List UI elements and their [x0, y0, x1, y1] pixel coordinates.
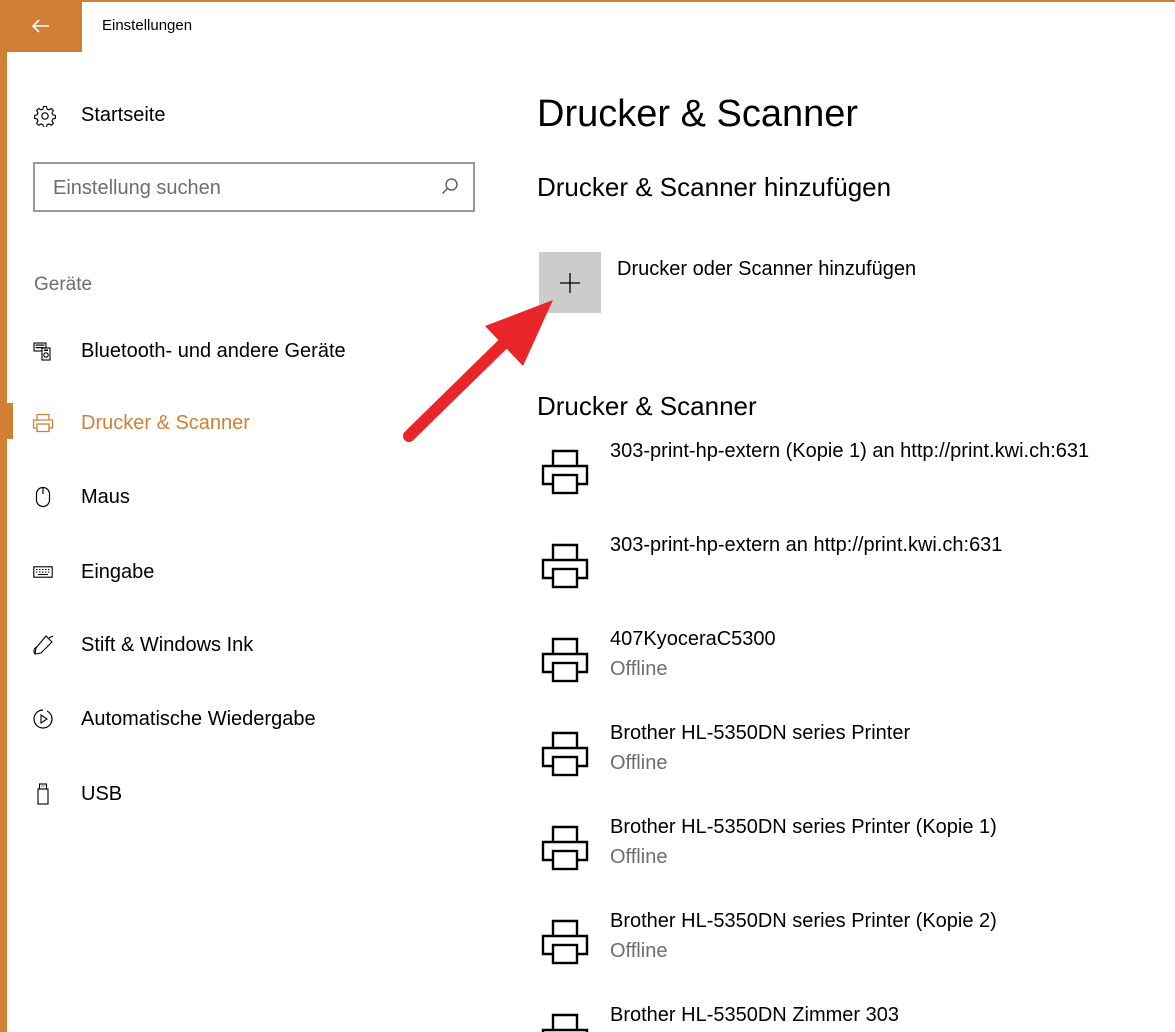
window-title: Einstellungen [102, 17, 193, 34]
page-title: Drucker & Scanner [537, 93, 859, 135]
sidebar-item-label: Eingabe [81, 561, 155, 583]
search-icon[interactable] [441, 177, 459, 195]
search-box[interactable] [33, 162, 475, 212]
gear-icon [34, 105, 56, 127]
printer-list-item[interactable]: Brother HL-5350DN series Printer Offline [539, 722, 1169, 792]
printer-list-item[interactable]: Brother HL-5350DN Zimmer 303 [539, 1004, 1169, 1032]
nav-home-label: Startseite [81, 104, 166, 126]
sidebar-item-pen[interactable]: Stift & Windows Ink [0, 623, 470, 667]
sidebar-item-label: USB [81, 783, 123, 805]
sidebar-item-usb[interactable]: USB [0, 772, 470, 816]
nav-home[interactable]: Startseite [34, 100, 165, 132]
title-bar: Einstellungen [0, 0, 1175, 52]
printer-icon [541, 1013, 589, 1032]
printer-name: Brother HL-5350DN series Printer (Kopie … [610, 816, 997, 838]
printer-name: Brother HL-5350DN series Printer (Kopie … [610, 910, 997, 932]
printer-list-item[interactable]: Brother HL-5350DN series Printer (Kopie … [539, 910, 1169, 980]
sidebar-item-autoplay[interactable]: Automatische Wiedergabe [0, 697, 470, 741]
printer-icon [541, 731, 589, 777]
printer-icon [541, 543, 589, 589]
printer-name: Brother HL-5350DN Zimmer 303 [610, 1004, 899, 1026]
window-frame-top [0, 0, 1175, 2]
printer-status: Offline [610, 658, 668, 680]
printer-name: 303-print-hp-extern (Kopie 1) an http://… [610, 440, 1090, 462]
sidebar-item-input[interactable]: Eingabe [0, 550, 470, 594]
sidebar-item-label: Stift & Windows Ink [81, 634, 254, 656]
back-arrow-icon [32, 19, 49, 33]
annotation-arrow [403, 300, 553, 442]
printer-status: Offline [610, 752, 668, 774]
section-heading-devices: Geräte [34, 274, 93, 295]
printer-icon [32, 412, 54, 434]
printer-name: Brother HL-5350DN series Printer [610, 722, 911, 744]
printer-name: 407KyoceraC5300 [610, 628, 776, 650]
printer-list-item[interactable]: 303-print-hp-extern (Kopie 1) an http://… [539, 440, 1169, 510]
mouse-icon [32, 486, 54, 508]
printer-name: 303-print-hp-extern an http://print.kwi.… [610, 534, 1003, 556]
bluetooth-devices-icon [32, 340, 54, 362]
add-section-title: Drucker & Scanner hinzufügen [537, 172, 892, 202]
printers-list-title: Drucker & Scanner [537, 391, 757, 421]
printer-list-item[interactable]: 303-print-hp-extern an http://print.kwi.… [539, 534, 1169, 604]
pen-icon [32, 634, 54, 656]
keyboard-icon [32, 561, 54, 583]
printer-icon [541, 825, 589, 871]
printer-status: Offline [610, 846, 668, 868]
printer-list-item[interactable]: Brother HL-5350DN series Printer (Kopie … [539, 816, 1169, 886]
sidebar-item-label: Bluetooth- und andere Geräte [81, 340, 346, 362]
back-button[interactable] [0, 0, 82, 52]
usb-icon [32, 783, 54, 805]
printer-status: Offline [610, 940, 668, 962]
sidebar-item-label: Drucker & Scanner [81, 412, 250, 434]
add-printer-label[interactable]: Drucker oder Scanner hinzufügen [617, 258, 916, 281]
sidebar-item-mouse[interactable]: Maus [0, 475, 470, 519]
printer-icon [541, 449, 589, 495]
sidebar-item-label: Automatische Wiedergabe [81, 708, 316, 730]
search-input[interactable] [53, 174, 433, 202]
sidebar-item-label: Maus [81, 486, 130, 508]
printer-icon [541, 919, 589, 965]
autoplay-icon [32, 708, 54, 730]
printer-list-item[interactable]: 407KyoceraC5300 Offline [539, 628, 1169, 698]
printer-icon [541, 637, 589, 683]
